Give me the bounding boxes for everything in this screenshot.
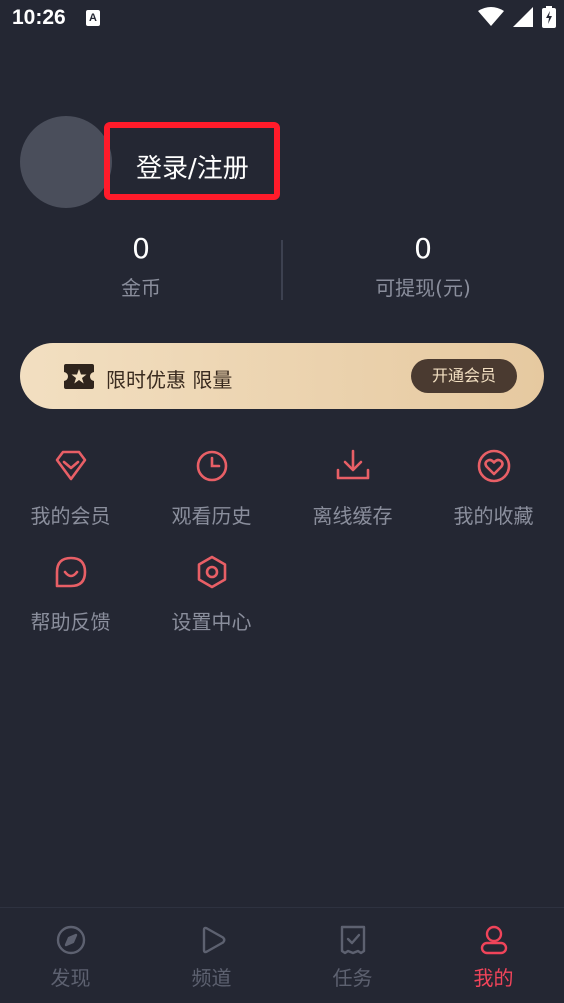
clock-icon (196, 450, 227, 482)
settings-hex-icon (197, 555, 226, 589)
menu-settings[interactable]: 设置中心 (141, 552, 282, 635)
withdrawable-label: 可提现(元) (375, 276, 471, 300)
status-icons (474, 6, 556, 30)
login-register-link[interactable]: 登录/注册 (136, 148, 249, 185)
open-vip-button[interactable]: 开通会员 (411, 359, 517, 393)
chat-smile-icon (55, 556, 86, 588)
user-icon (480, 925, 507, 955)
nav-discover[interactable]: 发现 (0, 924, 141, 991)
nav-mine[interactable]: 我的 (423, 924, 564, 991)
coins-value: 0 (132, 232, 150, 265)
menu-label: 我的收藏 (453, 504, 534, 528)
withdrawable-stat[interactable]: 0 可提现(元) (282, 232, 564, 301)
menu-label: 设置中心 (171, 610, 252, 634)
menu-label: 我的会员 (30, 504, 111, 528)
download-icon (336, 449, 369, 480)
status-bar: 10:26 A (0, 0, 564, 38)
battery-icon (542, 6, 556, 28)
menu-label: 观看历史 (171, 504, 252, 528)
menu-help-feedback[interactable]: 帮助反馈 (0, 552, 141, 635)
menu-watch-history[interactable]: 观看历史 (141, 446, 282, 529)
notification-icon: A (86, 10, 100, 26)
nav-tasks[interactable]: 任务 (282, 924, 423, 991)
menu-my-favorites[interactable]: 我的收藏 (423, 446, 564, 529)
wifi-icon (477, 7, 504, 26)
nav-channel[interactable]: 频道 (141, 924, 282, 991)
menu-label: 离线缓存 (312, 504, 393, 528)
withdrawable-value: 0 (414, 232, 432, 265)
status-time: 10:26 (12, 6, 66, 29)
ticket-star-icon (64, 364, 94, 389)
heart-icon (477, 449, 510, 483)
bottom-nav: 发现 频道 任务 我的 (0, 907, 564, 1003)
menu-my-vip[interactable]: 我的会员 (0, 446, 141, 529)
task-icon (340, 925, 365, 955)
vip-promo-banner[interactable]: 限时优惠 限量 开通会员 (20, 343, 544, 409)
diamond-icon (55, 450, 86, 481)
avatar[interactable] (20, 116, 112, 208)
menu-label: 帮助反馈 (30, 610, 111, 634)
nav-label: 频道 (191, 966, 232, 990)
coins-label: 金币 (121, 276, 161, 300)
vip-promo-text: 限时优惠 限量 (106, 368, 233, 392)
coins-stat[interactable]: 0 金币 (0, 232, 282, 301)
nav-label: 发现 (50, 966, 91, 990)
nav-label: 我的 (473, 966, 514, 990)
menu-offline-cache[interactable]: 离线缓存 (282, 446, 423, 529)
nav-label: 任务 (332, 966, 373, 990)
signal-icon (512, 7, 533, 27)
play-icon (202, 926, 225, 954)
compass-icon (56, 925, 85, 955)
